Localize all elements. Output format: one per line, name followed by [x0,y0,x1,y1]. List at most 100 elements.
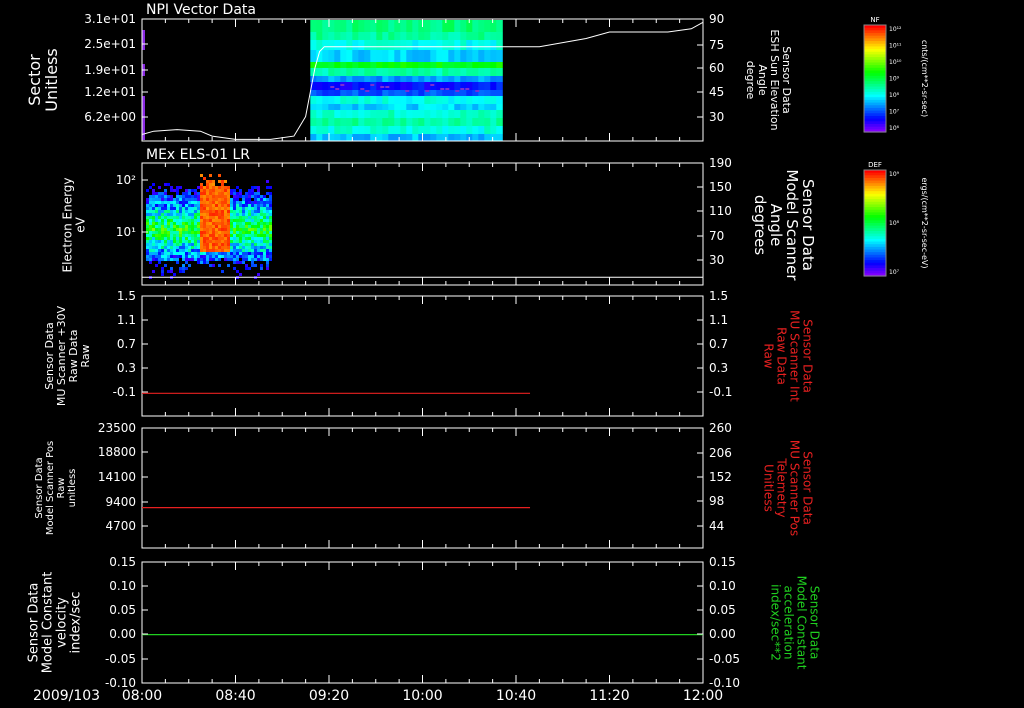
heat-cell [257,201,260,204]
heat-cell [490,110,497,118]
heat-cell [490,76,497,82]
heat-cell [364,126,371,134]
colorbar-tick-label: 10¹² [889,26,902,33]
heat-cell [424,82,431,90]
heat-cell [376,96,383,104]
heat-cell [412,118,419,126]
heat-cell [227,231,230,234]
heat-cell [173,237,176,240]
heat-cell [155,228,158,231]
heat-cell [263,225,266,228]
heat-cell [239,246,242,249]
heat-cell [149,210,152,213]
heat-cell [418,118,425,126]
heat-cell [248,243,251,246]
heat-cell [406,134,413,141]
heat-cell [155,222,158,225]
heat-cell [484,126,491,134]
heat-cell [310,32,317,40]
heat-cell [191,249,194,252]
heat-cell [412,62,419,68]
heat-cell [448,32,455,40]
heat-cell [466,32,473,40]
panel-1-y2label-line: degree [744,61,757,100]
heat-cell [209,201,212,204]
heat-cell [167,243,170,246]
heat-cell [209,189,212,192]
heat-cell [218,249,221,252]
heat-cell [436,126,443,134]
heat-cell [266,210,269,213]
heat-cell [245,258,248,261]
heat-cell [260,255,263,258]
heat-cell [188,252,191,255]
heat-cell [218,246,221,249]
heat-cell [164,246,167,249]
heat-cell [266,231,269,234]
heat-cell [170,195,173,198]
heat-cell [185,204,188,207]
heat-cell [239,249,242,252]
heat-cell [496,20,503,32]
heat-cell [248,195,251,198]
heat-cell [266,198,269,201]
heat-cell [233,261,236,264]
heat-cell [203,219,206,222]
heat-cell [218,207,221,210]
heat-cell [218,225,221,228]
heat-cell [194,243,197,246]
heat-cell [394,104,401,110]
panel-2-ylabel-line: Electron Energy [61,177,75,272]
heat-cell [322,82,329,90]
heat-cell [170,207,173,210]
heat-cell [203,222,206,225]
heat-cell [206,261,209,264]
heat-cell [146,222,149,225]
heat-cell [460,88,465,90]
heat-cell [236,243,239,246]
heat-cell [161,225,164,228]
heat-cell [352,50,359,62]
heat-cell [230,198,233,201]
heat-cell [185,213,188,216]
heat-cell [152,255,155,258]
heat-cell [191,189,194,192]
y2-tick-label: 90 [709,12,724,26]
heat-cell [269,213,272,216]
heat-cell [206,195,209,198]
heat-cell [218,201,221,204]
heat-cell [490,20,497,32]
heat-cell [436,90,443,96]
heat-cell [194,231,197,234]
heat-cell [263,198,266,201]
heat-cell [242,198,245,201]
heat-cell [346,134,353,141]
heat-cell [406,40,413,50]
heat-cell [436,96,443,104]
heat-cell [152,225,155,228]
heat-cell [161,198,164,201]
heat-cell [212,210,215,213]
heat-cell [221,237,224,240]
heat-cell [158,258,161,261]
heat-cell [254,219,257,222]
heat-cell [448,50,455,62]
heat-cell [227,195,230,198]
heat-cell [412,82,419,90]
colorbar-def: DEF10⁹10⁸10⁷ergs/(cm**2-sr-sec-eV) [863,161,929,277]
heat-cell [212,264,215,267]
heat-cell [167,195,170,198]
heat-cell [484,134,491,141]
heat-cell [310,126,317,134]
heat-cell [248,258,251,261]
heat-cell [266,264,269,267]
heat-cell [203,243,206,246]
heat-cell [230,228,233,231]
heat-cell [424,62,431,68]
heat-cell [490,62,497,68]
panel-border [141,427,704,549]
heat-cell [191,201,194,204]
heat-cell [164,198,167,201]
heat-cell [239,195,242,198]
heat-cell [167,255,170,258]
